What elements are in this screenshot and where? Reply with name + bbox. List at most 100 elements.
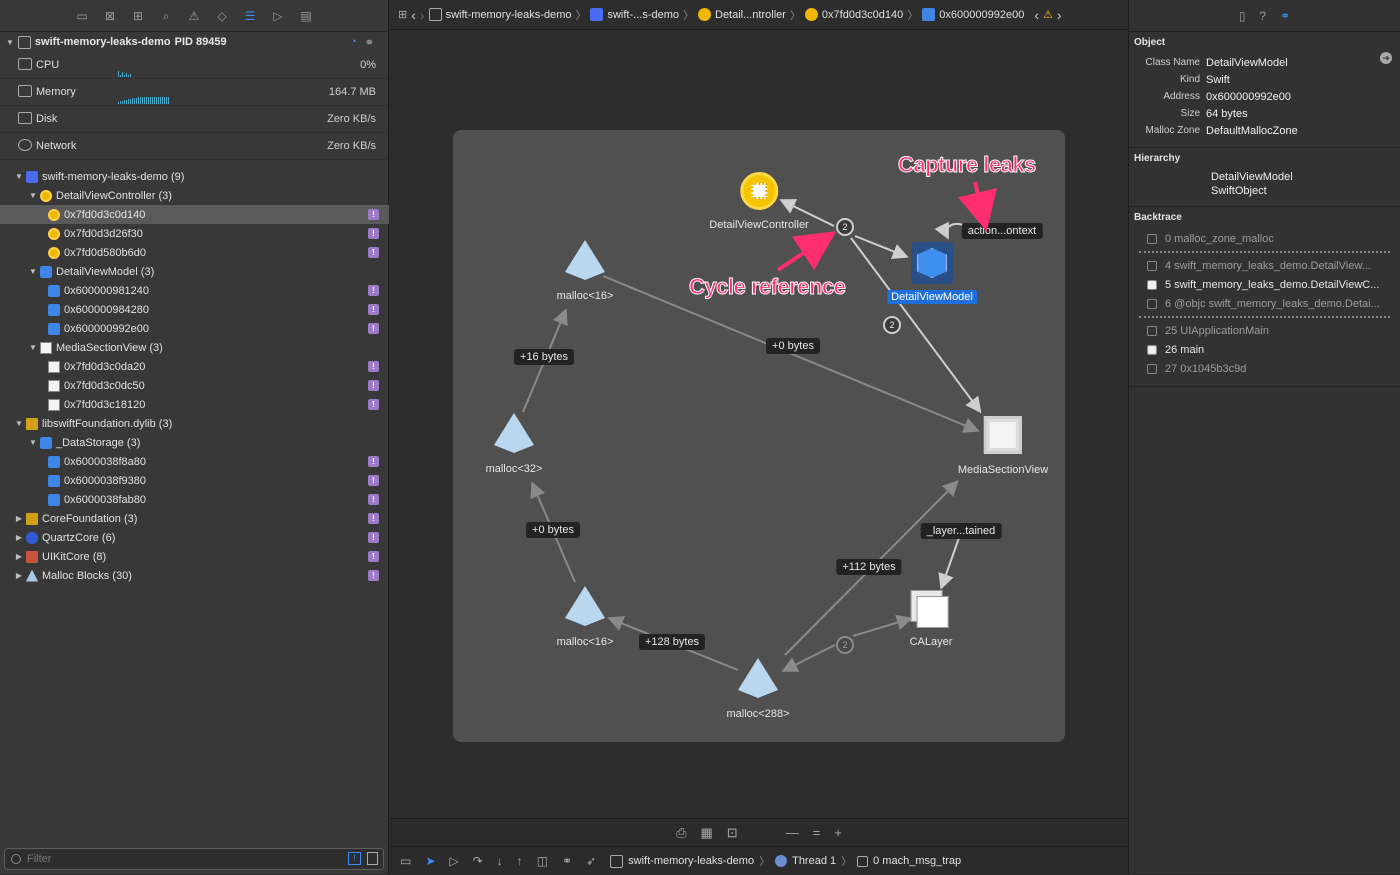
disclosure-icon[interactable]: ▶ (14, 552, 24, 561)
tree-group-row[interactable]: ▶ UIKitCore (8)! (0, 547, 389, 566)
warning-icon[interactable]: ⚠ (1043, 8, 1053, 21)
leak-warning-icon: ! (368, 285, 379, 296)
memory-inspector-icon[interactable]: ⚭ (1280, 9, 1290, 23)
jump-item[interactable]: swift-memory-leaks-demo (446, 9, 572, 21)
tree-instance-row[interactable]: 0x7fd0d3c18120! (0, 395, 389, 414)
tree-instance-row[interactable]: 0x7fd0d3c0dc50! (0, 376, 389, 395)
gauge-disk[interactable]: Disk Zero KB/s (0, 106, 388, 133)
previous-issue-icon[interactable]: ‹ (1034, 7, 1039, 23)
navigate-arrow-icon[interactable]: ➔ (1380, 52, 1392, 64)
cube-icon (40, 265, 52, 278)
tree-instance-row[interactable]: 0x7fd0d3d26f30! (0, 224, 389, 243)
backtrace-frame[interactable]: 27 0x1045b3c9d (1129, 359, 1400, 378)
backtrace-frame[interactable]: 0 malloc_zone_malloc (1129, 229, 1400, 248)
folder-icon[interactable]: ▭ (74, 8, 90, 24)
tree-instance-row[interactable]: 0x7fd0d3c0d140! (0, 205, 389, 224)
location-icon[interactable]: ➶ (586, 854, 596, 868)
zoom-in-icon[interactable]: + (834, 825, 842, 840)
disclosure-icon[interactable]: ▼ (14, 419, 24, 428)
leaks-only-toggle-icon[interactable]: ! (348, 852, 361, 865)
next-issue-icon[interactable]: › (1057, 7, 1062, 23)
test-icon[interactable]: ◇ (214, 8, 230, 24)
jump-item[interactable]: 0x600000992e00 (939, 9, 1024, 21)
tree-group-row[interactable]: ▶ Malloc Blocks (30)! (0, 566, 389, 585)
disclosure-icon[interactable]: ▼ (28, 343, 38, 352)
disclosure-icon[interactable]: ▼ (28, 438, 38, 447)
tree-instance-row[interactable]: 0x600000981240! (0, 281, 389, 300)
zoom-out-icon[interactable]: — (786, 825, 799, 840)
step-in-icon[interactable]: ↓ (497, 854, 503, 868)
memory-graph-canvas[interactable]: DetailViewController DetailViewModel mal… (453, 130, 1065, 742)
disclosure-icon[interactable]: ▼ (14, 172, 24, 181)
tree-group-row[interactable]: ▼ DetailViewModel (3) (0, 262, 389, 281)
tree-instance-row[interactable]: 0x6000038f8a80! (0, 452, 389, 471)
issue-icon[interactable]: ⚠ (186, 8, 202, 24)
gauge-icon[interactable]: ◔ (350, 36, 357, 48)
show-only-leaked-icon[interactable]: ▦ (701, 825, 713, 841)
disclosure-icon[interactable]: ▶ (14, 571, 24, 580)
disclosure-icon[interactable]: ▶ (14, 533, 24, 542)
breakpoint-icon[interactable]: ▷ (270, 8, 286, 24)
tree-row-label: 0x600000992e00 (64, 322, 150, 335)
backtrace-frame[interactable]: 26 main (1129, 340, 1400, 359)
class-yellow-icon (698, 8, 711, 21)
gauge-memory[interactable]: Memory 164.7 MB (0, 79, 388, 106)
tree-group-row[interactable]: ▼ swift-memory-leaks-demo (9) (0, 167, 389, 186)
leak-warning-icon: ! (368, 361, 379, 372)
search-icon[interactable]: ⌕ (158, 8, 174, 24)
zoom-reset-icon[interactable]: = (813, 825, 821, 840)
gauge-cpu[interactable]: CPU 0% (0, 52, 388, 79)
source-control-icon[interactable]: ⊠ (102, 8, 118, 24)
report-icon[interactable]: ▤ (298, 8, 314, 24)
tree-row-label: 0x6000038f9380 (64, 474, 146, 487)
step-over-icon[interactable]: ↷ (473, 854, 483, 868)
export-graph-icon[interactable]: ⎙ (676, 825, 686, 841)
step-out-icon[interactable]: ↑ (517, 854, 523, 868)
tree-group-row[interactable]: ▶ QuartzCore (6)! (0, 528, 389, 547)
tree-group-row[interactable]: ▼ DetailViewController (3) (0, 186, 389, 205)
debug-process[interactable]: swift-memory-leaks-demo (628, 855, 754, 867)
app-icon (610, 854, 624, 868)
jump-item[interactable]: Detail...ntroller (715, 9, 786, 21)
tree-instance-row[interactable]: 0x6000038f9380! (0, 471, 389, 490)
process-row[interactable]: ▼ swift-memory-leaks-demo PID 89459 ◔ ⚭ (0, 32, 388, 52)
filter-field[interactable]: Filter ! (4, 848, 384, 870)
back-arrow-icon[interactable]: ‹ (411, 7, 416, 23)
disclosure-icon[interactable]: ▼ (6, 38, 14, 47)
tree-instance-row[interactable]: 0x600000992e00! (0, 319, 389, 338)
tree-instance-row[interactable]: 0x600000984280! (0, 300, 389, 319)
tree-instance-row[interactable]: 0x7fd0d580b6d0! (0, 243, 389, 262)
tree-group-row[interactable]: ▶ CoreFoundation (3)! (0, 509, 389, 528)
tree-instance-row[interactable]: 0x6000038fab80! (0, 490, 389, 509)
gauge-network[interactable]: Network Zero KB/s (0, 133, 388, 160)
memory-graph-icon[interactable]: ⚭ (562, 854, 572, 868)
jump-item[interactable]: swift-...s-demo (607, 9, 679, 21)
related-items-icon[interactable]: ⊞ (398, 8, 407, 21)
help-icon[interactable]: ? (1259, 9, 1266, 23)
focus-icon[interactable]: ⊡ (727, 825, 738, 841)
backtrace-frame[interactable]: 6 @objc swift_memory_leaks_demo.Detai... (1129, 294, 1400, 313)
tree-group-row[interactable]: ▼ _DataStorage (3) (0, 433, 389, 452)
debug-icon[interactable]: ☰ (242, 8, 258, 24)
debug-frame[interactable]: 0 mach_msg_trap (873, 855, 961, 867)
tree-group-row[interactable]: ▼ MediaSectionView (3) (0, 338, 389, 357)
symbol-icon[interactable]: ⊞ (130, 8, 146, 24)
breakpoints-toggle-icon[interactable]: ➤ (425, 854, 435, 868)
backtrace-frame[interactable]: 5 swift_memory_leaks_demo.DetailViewC... (1129, 275, 1400, 294)
disclosure-icon[interactable]: ▼ (28, 267, 38, 276)
disclosure-icon[interactable]: ▼ (28, 191, 38, 200)
backtrace-frame[interactable]: 25 UIApplicationMain (1129, 321, 1400, 340)
file-inspector-icon[interactable]: ▯ (1239, 9, 1246, 23)
workspace-only-toggle-icon[interactable] (367, 852, 378, 865)
forward-arrow-icon[interactable]: › (420, 7, 425, 23)
view-debugger-icon[interactable]: ◫ (537, 854, 548, 868)
disclosure-icon[interactable]: ▶ (14, 514, 24, 523)
jump-item[interactable]: 0x7fd0d3c0d140 (822, 9, 903, 21)
memory-graph-icon[interactable]: ⚭ (365, 36, 374, 49)
continue-icon[interactable]: ▷ (449, 854, 458, 868)
backtrace-frame[interactable]: 4 swift_memory_leaks_demo.DetailView... (1129, 256, 1400, 275)
debug-thread[interactable]: Thread 1 (792, 855, 836, 867)
tree-group-row[interactable]: ▼ libswiftFoundation.dylib (3) (0, 414, 389, 433)
tree-instance-row[interactable]: 0x7fd0d3c0da20! (0, 357, 389, 376)
hide-console-icon[interactable]: ▭ (400, 854, 411, 868)
